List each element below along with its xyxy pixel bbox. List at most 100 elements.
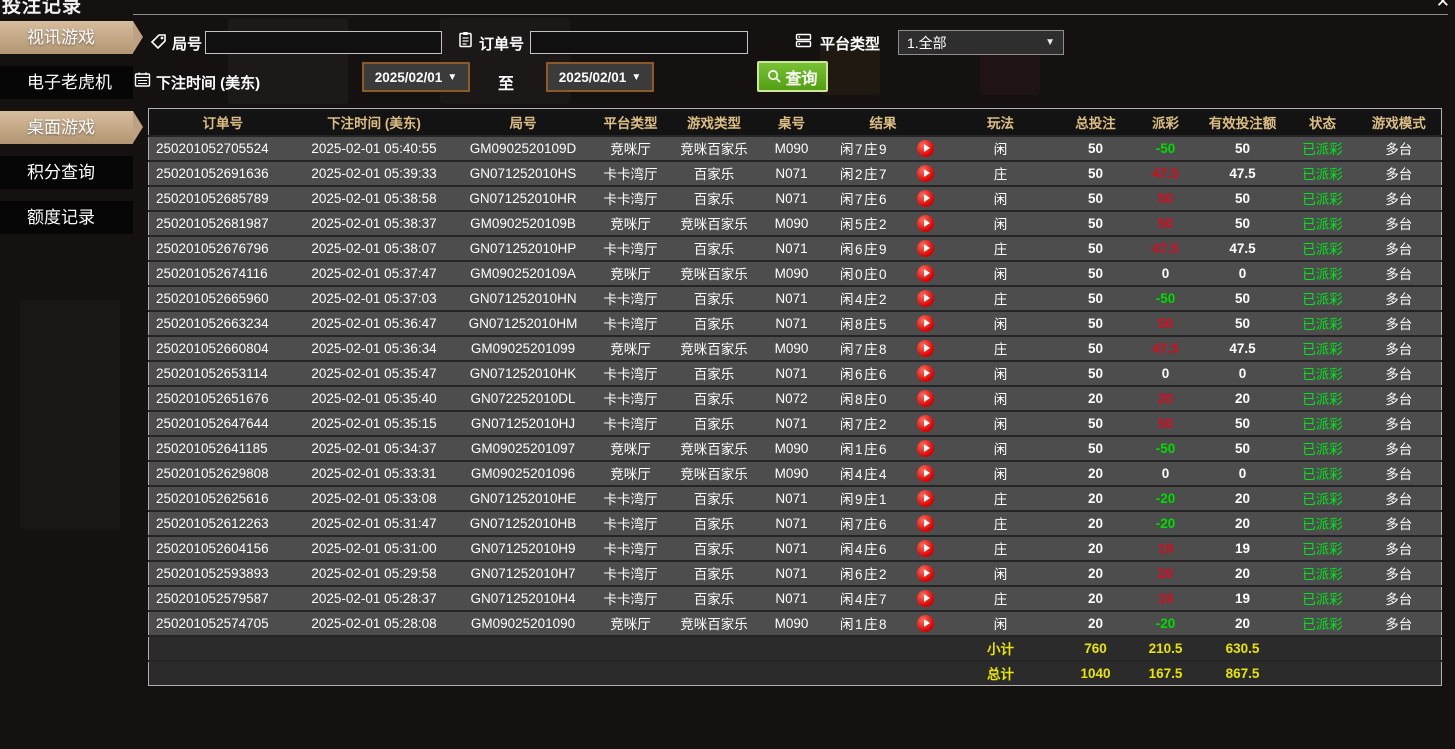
- bet-records-table: 订单号 下注时间 (美东) 局号 平台类型 游戏类型 桌号 结果 玩法 总投注 …: [148, 108, 1442, 686]
- date-to-value: 2025/02/01: [559, 70, 627, 85]
- table-header-row: 订单号 下注时间 (美东) 局号 平台类型 游戏类型 桌号 结果 玩法 总投注 …: [149, 109, 1442, 136]
- replay-play-icon[interactable]: [917, 365, 934, 382]
- subtotal-row: 小计 760 210.5 630.5: [149, 636, 1442, 661]
- valid-bet-cell: 50: [1197, 211, 1289, 236]
- bet-time-cell: 2025-02-01 05:39:33: [297, 161, 452, 186]
- replay-cell: [907, 236, 945, 261]
- replay-play-icon[interactable]: [917, 565, 934, 582]
- sidebar-item-3[interactable]: 桌面游戏: [0, 111, 133, 144]
- close-icon[interactable]: ✕: [1436, 0, 1450, 10]
- bet-time-cell: 2025-02-01 05:29:58: [297, 561, 452, 586]
- replay-play-icon[interactable]: [917, 390, 934, 407]
- table-row: 250201052593893 2025-02-01 05:29:58 GN07…: [149, 561, 1442, 586]
- background-artwork: [20, 300, 120, 530]
- search-button-label: 查询: [785, 65, 817, 89]
- result-cell: 闲6庄9: [822, 236, 907, 261]
- page-title: 投注记录: [2, 0, 82, 18]
- replay-play-icon[interactable]: [917, 615, 934, 632]
- replay-play-icon[interactable]: [917, 215, 934, 232]
- play-type-cell: 闲: [945, 436, 1057, 461]
- replay-play-icon[interactable]: [917, 290, 934, 307]
- replay-play-icon[interactable]: [917, 490, 934, 507]
- date-to-picker[interactable]: 2025/02/01 ▼: [546, 62, 654, 92]
- replay-cell: [907, 336, 945, 361]
- play-type-cell: 闲: [945, 211, 1057, 236]
- payout-cell: -20: [1135, 511, 1197, 536]
- platform-type-cell: 卡卡湾厅: [595, 361, 667, 386]
- game-type-cell: 百家乐: [667, 511, 762, 536]
- titlebar-divider: [133, 14, 1448, 15]
- payout-cell: 47.5: [1135, 236, 1197, 261]
- order-number-cell: 250201052604156: [149, 536, 297, 561]
- payout-cell: -20: [1135, 486, 1197, 511]
- total-bet-cell: 20: [1057, 561, 1135, 586]
- payout-cell: 0: [1135, 361, 1197, 386]
- round-number-cell: GM09025201090: [452, 611, 595, 636]
- game-mode-cell: 多台: [1357, 136, 1442, 161]
- table-game-icon: [0, 120, 9, 136]
- replay-play-icon[interactable]: [917, 590, 934, 607]
- replay-play-icon[interactable]: [917, 440, 934, 457]
- replay-play-icon[interactable]: [917, 415, 934, 432]
- table-number-cell: N071: [762, 486, 822, 511]
- total-bet-cell: 50: [1057, 411, 1135, 436]
- total-bet-cell: 50: [1057, 261, 1135, 286]
- play-type-cell: 庄: [945, 586, 1057, 611]
- status-cell: 已派彩: [1289, 336, 1357, 361]
- replay-play-icon[interactable]: [917, 515, 934, 532]
- search-button[interactable]: 查询: [757, 61, 828, 92]
- platform-type-cell: 竞咪厅: [595, 611, 667, 636]
- replay-cell: [907, 586, 945, 611]
- sidebar-item-4[interactable]: 积分查询: [0, 156, 133, 189]
- status-cell: 已派彩: [1289, 586, 1357, 611]
- game-type-cell: 竞咪百家乐: [667, 611, 762, 636]
- replay-cell: [907, 311, 945, 336]
- platform-type-cell: 卡卡湾厅: [595, 486, 667, 511]
- replay-play-icon[interactable]: [917, 240, 934, 257]
- date-from-picker[interactable]: 2025/02/01 ▼: [362, 62, 470, 92]
- table-row: 250201052612263 2025-02-01 05:31:47 GN07…: [149, 511, 1442, 536]
- bet-time-cell: 2025-02-01 05:28:37: [297, 586, 452, 611]
- header-result: 结果: [822, 109, 945, 136]
- valid-bet-cell: 20: [1197, 511, 1289, 536]
- header-bet-time: 下注时间 (美东): [297, 109, 452, 136]
- replay-play-icon[interactable]: [917, 265, 934, 282]
- subtotal-payout: 210.5: [1135, 636, 1197, 661]
- table-number-cell: N071: [762, 561, 822, 586]
- platform-type-cell: 卡卡湾厅: [595, 311, 667, 336]
- total-bet-cell: 50: [1057, 161, 1135, 186]
- replay-play-icon[interactable]: [917, 540, 934, 557]
- payout-cell: 20: [1135, 561, 1197, 586]
- round-number-input[interactable]: [205, 31, 442, 54]
- replay-play-icon[interactable]: [917, 315, 934, 332]
- sidebar-item-1[interactable]: 视讯游戏: [0, 21, 133, 54]
- chevron-down-icon: ▼: [631, 72, 641, 83]
- platform-type-cell: 竞咪厅: [595, 461, 667, 486]
- valid-bet-cell: 50: [1197, 186, 1289, 211]
- valid-bet-cell: 19: [1197, 586, 1289, 611]
- payout-cell: 50: [1135, 411, 1197, 436]
- total-bet-cell: 50: [1057, 236, 1135, 261]
- header-status: 状态: [1289, 109, 1357, 136]
- round-number-cell: GN071252010HS: [452, 161, 595, 186]
- platform-type-select[interactable]: 1.全部 ▼: [898, 30, 1064, 55]
- header-order-number: 订单号: [149, 109, 297, 136]
- table-number-cell: M090: [762, 261, 822, 286]
- round-number-cell: GM0902520109D: [452, 136, 595, 161]
- subtotal-spacer: [1289, 636, 1442, 661]
- table-row: 250201052647644 2025-02-01 05:35:15 GN07…: [149, 411, 1442, 436]
- sidebar-item-label: 桌面游戏: [27, 111, 95, 144]
- replay-play-icon[interactable]: [917, 465, 934, 482]
- sidebar-item-5[interactable]: 额度记录: [0, 201, 133, 234]
- round-number-cell: GM09025201096: [452, 461, 595, 486]
- replay-play-icon[interactable]: [917, 340, 934, 357]
- replay-cell: [907, 486, 945, 511]
- sidebar-item-2[interactable]: 电子老虎机: [0, 66, 133, 99]
- total-total-bet: 1040: [1057, 661, 1135, 686]
- bet-time-cell: 2025-02-01 05:40:55: [297, 136, 452, 161]
- order-number-input[interactable]: [530, 31, 748, 54]
- replay-play-icon[interactable]: [917, 140, 934, 157]
- replay-play-icon[interactable]: [917, 165, 934, 182]
- header-game-mode: 游戏模式: [1357, 109, 1442, 136]
- replay-play-icon[interactable]: [917, 190, 934, 207]
